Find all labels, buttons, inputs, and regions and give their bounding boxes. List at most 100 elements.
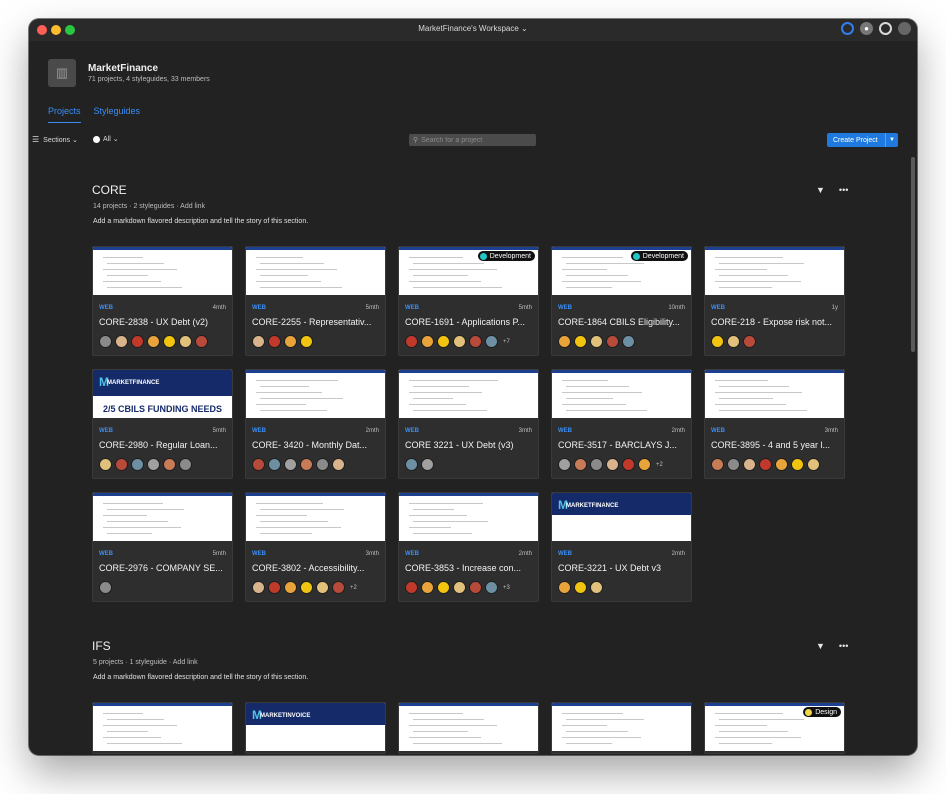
avatar[interactable] <box>300 335 313 348</box>
project-thumbnail[interactable]: M MARKETFINANCE 2/5 CBILS FUNDING NEEDS <box>93 370 232 418</box>
section-description[interactable]: Add a markdown flavored description and … <box>93 218 308 225</box>
avatar[interactable] <box>163 335 176 348</box>
project-card[interactable]: Development WEB 5mth CORE-1691 - Applicatio… <box>398 246 539 356</box>
avatar[interactable] <box>252 581 265 594</box>
avatar[interactable] <box>252 335 265 348</box>
project-card[interactable]: Development WEB 10mth CORE-1864 CBILS Eligi… <box>551 246 692 356</box>
filter-dropdown[interactable]: All ⌄ <box>93 135 119 143</box>
project-thumbnail[interactable] <box>552 703 691 751</box>
project-name[interactable]: CORE-2255 - Representativ... <box>252 317 381 327</box>
project-name[interactable]: CORE-1691 - Applications P... <box>405 317 534 327</box>
project-name[interactable]: CORE-218 - Expose risk not... <box>711 317 840 327</box>
project-name[interactable]: CORE-2976 - COMPANY SE... <box>99 563 228 573</box>
section-description[interactable]: Add a markdown flavored description and … <box>93 674 308 681</box>
avatar[interactable] <box>284 458 297 471</box>
project-name[interactable]: CORE-1864 CBILS Eligibility... <box>558 317 687 327</box>
avatar[interactable] <box>590 335 603 348</box>
avatar[interactable] <box>405 335 418 348</box>
avatar[interactable] <box>638 458 651 471</box>
avatar[interactable] <box>115 458 128 471</box>
avatar[interactable] <box>163 458 176 471</box>
project-card[interactable]: M MARKETFINANCE 2/5 CBILS FUNDING NEEDS WEB… <box>92 369 233 479</box>
project-thumbnail[interactable]: Development <box>552 247 691 295</box>
avatar[interactable] <box>147 458 160 471</box>
project-card[interactable]: WEB 3mth CORE-3802 - Accessibility... +2 <box>245 492 386 602</box>
avatar[interactable] <box>485 335 498 348</box>
project-card[interactable]: M MARKETFINANCE WEB 2mth CORE-3221 - UX Debt… <box>551 492 692 602</box>
avatar[interactable] <box>727 335 740 348</box>
avatar[interactable] <box>606 458 619 471</box>
avatar[interactable] <box>316 458 329 471</box>
avatar[interactable] <box>727 458 740 471</box>
create-project-button[interactable]: Create Project ▼ <box>827 133 898 147</box>
project-thumbnail[interactable] <box>399 703 538 751</box>
project-thumbnail[interactable]: Development <box>399 247 538 295</box>
avatar[interactable] <box>743 335 756 348</box>
collapse-icon[interactable]: ▼ <box>816 185 825 195</box>
avatar[interactable] <box>558 458 571 471</box>
project-card[interactable]: WEB 1y CORE-218 - Expose risk not... <box>704 246 845 356</box>
project-card[interactable] <box>398 702 539 754</box>
notifications-icon[interactable]: ● <box>860 22 873 35</box>
avatar[interactable] <box>759 458 772 471</box>
avatar[interactable] <box>711 335 724 348</box>
avatar[interactable] <box>453 335 466 348</box>
project-card[interactable]: WEB 3mth CORE-3895 - 4 and 5 year l... <box>704 369 845 479</box>
tab-styleguides[interactable]: Styleguides <box>94 106 141 123</box>
project-card[interactable]: WEB 2mth CORE-3517 - BARCLAYS J... +2 <box>551 369 692 479</box>
project-card[interactable]: Design <box>704 702 845 754</box>
project-card[interactable]: M MARKETINVOICE <box>245 702 386 754</box>
avatar[interactable] <box>437 581 450 594</box>
avatar[interactable] <box>775 458 788 471</box>
avatar[interactable] <box>405 581 418 594</box>
project-card[interactable]: WEB 2mth CORE-3853 - Increase con... +3 <box>398 492 539 602</box>
avatar[interactable] <box>179 335 192 348</box>
help-lifebuoy-icon[interactable] <box>879 22 892 35</box>
project-thumbnail[interactable] <box>705 247 844 295</box>
project-name[interactable]: CORE-3517 - BARCLAYS J... <box>558 440 687 450</box>
avatar[interactable] <box>300 458 313 471</box>
avatar[interactable] <box>332 458 345 471</box>
avatar[interactable] <box>622 458 635 471</box>
project-thumbnail[interactable] <box>93 703 232 751</box>
project-name[interactable]: CORE-3853 - Increase con... <box>405 563 534 573</box>
project-name[interactable]: CORE-2980 - Regular Loan... <box>99 440 228 450</box>
project-thumbnail[interactable] <box>246 370 385 418</box>
scrollbar[interactable] <box>911 157 915 352</box>
avatar[interactable] <box>268 335 281 348</box>
more-options-icon[interactable]: ••• <box>839 641 848 651</box>
project-thumbnail[interactable] <box>552 370 691 418</box>
avatar[interactable] <box>99 335 112 348</box>
avatar[interactable] <box>590 458 603 471</box>
avatar[interactable] <box>421 458 434 471</box>
avatar[interactable] <box>453 581 466 594</box>
project-thumbnail[interactable] <box>246 247 385 295</box>
project-thumbnail[interactable] <box>246 493 385 541</box>
project-thumbnail[interactable] <box>705 370 844 418</box>
more-options-icon[interactable]: ••• <box>839 185 848 195</box>
avatar[interactable] <box>437 335 450 348</box>
avatar[interactable] <box>606 335 619 348</box>
project-thumbnail[interactable]: M MARKETINVOICE <box>246 703 385 751</box>
project-thumbnail[interactable]: M MARKETFINANCE <box>552 493 691 541</box>
avatar[interactable] <box>485 581 498 594</box>
avatar[interactable] <box>574 458 587 471</box>
avatar[interactable] <box>195 335 208 348</box>
sections-toggle[interactable]: ☰ Sections ⌄ <box>32 135 78 144</box>
project-name[interactable]: CORE-3895 - 4 and 5 year l... <box>711 440 840 450</box>
avatar[interactable] <box>807 458 820 471</box>
avatar[interactable] <box>268 458 281 471</box>
section-title[interactable]: CORE <box>92 183 127 197</box>
project-name[interactable]: CORE-2838 - UX Debt (v2) <box>99 317 228 327</box>
avatar[interactable] <box>743 458 756 471</box>
avatar[interactable] <box>711 458 724 471</box>
project-name[interactable]: CORE 3221 - UX Debt (v3) <box>405 440 534 450</box>
avatar[interactable] <box>284 581 297 594</box>
avatar[interactable] <box>147 335 160 348</box>
project-card[interactable]: WEB 2mth CORE- 3420 - Monthly Dat... <box>245 369 386 479</box>
avatar[interactable] <box>574 335 587 348</box>
avatar[interactable] <box>421 335 434 348</box>
avatar[interactable] <box>332 581 345 594</box>
avatar[interactable] <box>99 458 112 471</box>
project-card[interactable]: WEB 4mth CORE-2838 - UX Debt (v2) <box>92 246 233 356</box>
